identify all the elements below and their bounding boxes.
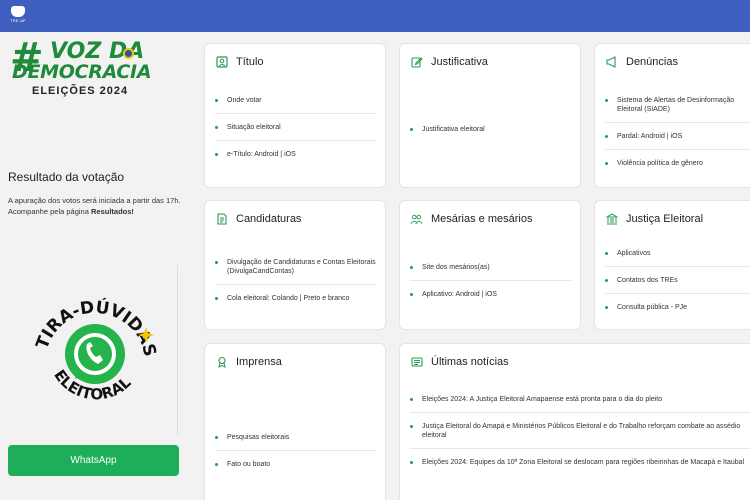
- link-contatos-tres[interactable]: Contatos dos TREs: [605, 276, 750, 294]
- card-list: Sistema de Alertas de Desinformação Elei…: [605, 96, 750, 185]
- results-link[interactable]: Resultados!: [91, 207, 134, 216]
- tre-logo[interactable]: TRE-AP: [8, 6, 28, 26]
- card-candidaturas: Candidaturas Divulgação de Candidaturas …: [204, 200, 386, 330]
- card-imprensa: Imprensa Pesquisas eleitorais Fato ou bo…: [204, 343, 386, 500]
- newspaper-icon: [410, 356, 423, 369]
- main-content: Título Onde votar Situação eleitoral e-T…: [190, 32, 750, 500]
- banner-divider: [177, 265, 178, 435]
- card-justificativa: Justificativa Justificativa eleitoral: [399, 43, 581, 188]
- link-e-titulo[interactable]: e-Título: Android | iOS: [215, 150, 377, 167]
- card-title: Justiça Eleitoral: [626, 213, 704, 225]
- brand-line3: ELEIÇÕES 2024: [32, 85, 129, 97]
- card-title: Últimas notícias: [431, 356, 509, 368]
- card-header: Candidaturas: [215, 211, 301, 227]
- tira-duvidas-graphic: TIRA-DÚVIDAS ELEITORAL: [32, 296, 159, 404]
- card-list: Pesquisas eleitorais Fato ou boato: [215, 433, 377, 486]
- card-title: Título: [236, 56, 264, 68]
- link-situacao-eleitoral[interactable]: Situação eleitoral: [215, 123, 377, 141]
- link-pesquisas-eleitorais[interactable]: Pesquisas eleitorais: [215, 433, 377, 451]
- building-icon: [605, 213, 618, 226]
- card-header: Justiça Eleitoral: [605, 211, 703, 227]
- card-title: Justificativa: [431, 56, 488, 68]
- card-list: Onde votar Situação eleitoral e-Título: …: [215, 96, 377, 176]
- link-aplicativo-mesarios[interactable]: Aplicativo: Android | iOS: [410, 290, 572, 307]
- card-list: Divulgação de Candidaturas e Contas Elei…: [215, 258, 377, 320]
- link-consulta-pje[interactable]: Consulta pública - PJe: [605, 303, 750, 320]
- card-title: Candidaturas: [236, 213, 302, 225]
- link-pardal[interactable]: Pardal: Android | iOS: [605, 132, 750, 150]
- result-text: A apuração dos votos será iniciada a par…: [8, 195, 183, 217]
- brazil-flag-icon: [123, 48, 134, 59]
- card-title: Denúncias: [626, 56, 678, 68]
- megaphone-icon: [605, 56, 618, 69]
- id-card-icon: [215, 56, 228, 69]
- news-list: Eleições 2024: A Justiça Eleitoral Amapa…: [410, 395, 750, 484]
- logo-mark-icon: [11, 6, 25, 17]
- card-header: Justificativa: [410, 54, 488, 70]
- edit-icon: [410, 56, 423, 69]
- link-divulgacandcontas[interactable]: Divulgação de Candidaturas e Contas Elei…: [215, 258, 377, 285]
- card-header: Imprensa: [215, 354, 282, 370]
- card-header: Título: [215, 54, 264, 70]
- link-site-mesarios[interactable]: Site dos mesários(as): [410, 263, 572, 281]
- award-icon: [215, 356, 228, 369]
- card-mesarios: Mesárias e mesários Site dos mesários(as…: [399, 200, 581, 330]
- logo-text: TRE-AP: [10, 18, 26, 23]
- card-header: Denúncias: [605, 54, 678, 70]
- people-icon: [410, 213, 423, 226]
- link-violencia-politica[interactable]: Violência política de gênero: [605, 159, 750, 176]
- card-titulo: Título Onde votar Situação eleitoral e-T…: [204, 43, 386, 188]
- card-list: Site dos mesários(as) Aplicativo: Androi…: [410, 263, 572, 316]
- link-cola-eleitoral[interactable]: Cola eleitoral: Colando | Preto e branco: [215, 294, 377, 311]
- brand-line2: DEMOCRACIA: [12, 61, 152, 83]
- voz-da-democracia-logo: # VOZ DA DEMOCRACIA ELEIÇÕES 2024: [10, 38, 160, 128]
- card-justica-eleitoral: Justiça Eleitoral Aplicativos Contatos d…: [594, 200, 750, 330]
- card-list: Justificativa eleitoral: [410, 125, 572, 151]
- link-aplicativos[interactable]: Aplicativos: [605, 249, 750, 267]
- document-icon: [215, 213, 228, 226]
- tira-duvidas-banner[interactable]: TIRA-DÚVIDAS ELEITORAL: [8, 265, 178, 435]
- card-header: Mesárias e mesários: [410, 211, 532, 227]
- link-fato-ou-boato[interactable]: Fato ou boato: [215, 460, 377, 477]
- card-header: Últimas notícias: [410, 354, 509, 370]
- news-item[interactable]: Eleições 2024: A Justiça Eleitoral Amapa…: [410, 395, 750, 413]
- link-onde-votar[interactable]: Onde votar: [215, 96, 377, 114]
- top-bar: TRE-AP: [0, 0, 750, 32]
- card-title: Imprensa: [236, 356, 282, 368]
- card-denuncias: Denúncias Sistema de Alertas de Desinfor…: [594, 43, 750, 188]
- result-title: Resultado da votação: [8, 170, 125, 184]
- link-siade[interactable]: Sistema de Alertas de Desinformação Elei…: [605, 96, 750, 123]
- link-justificativa-eleitoral[interactable]: Justificativa eleitoral: [410, 125, 572, 142]
- news-item[interactable]: Eleições 2024: Equipes da 10ª Zona Eleit…: [410, 458, 750, 475]
- news-item[interactable]: Justiça Eleitoral do Amapá e Ministérios…: [410, 422, 750, 449]
- card-list: Aplicativos Contatos dos TREs Consulta p…: [605, 249, 750, 329]
- card-ultimas-noticias: Últimas notícias Eleições 2024: A Justiç…: [399, 343, 750, 500]
- card-title: Mesárias e mesários: [431, 213, 533, 225]
- whatsapp-button[interactable]: WhatsApp: [8, 445, 179, 476]
